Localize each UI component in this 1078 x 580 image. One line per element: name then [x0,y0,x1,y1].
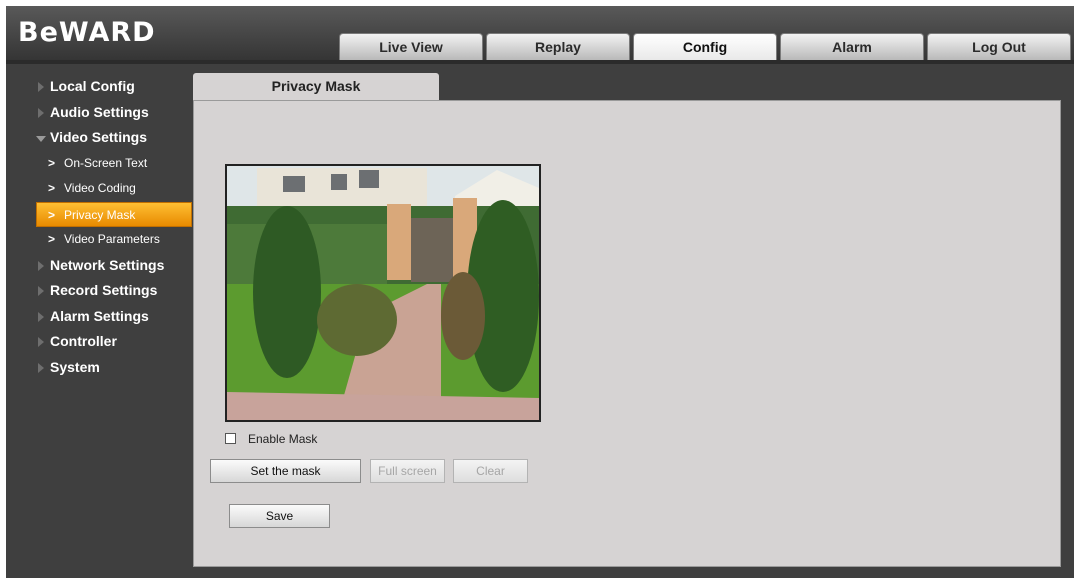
caret-right-icon [38,311,44,322]
sidebar-item-system[interactable]: System [6,355,194,381]
header-bar: BeWARD Live View Replay Config Alarm Log… [6,6,1074,60]
clear-button[interactable]: Clear [453,459,528,483]
caret-right-icon [38,286,44,296]
caret-right-icon [38,337,44,347]
tab-live-view[interactable]: Live View [339,33,483,60]
chevron-right-icon: > [48,181,56,195]
sidebar-item-network-settings[interactable]: Network Settings [6,253,194,279]
sidebar-subitem-on-screen-text[interactable]: > On-Screen Text [6,151,194,177]
save-button[interactable]: Save [229,504,330,528]
sidebar-item-label: Audio Settings [50,103,149,120]
sidebar-subitem-label: Video Coding [64,181,136,195]
tab-config[interactable]: Config [633,33,777,60]
caret-down-icon [36,136,46,142]
header-divider [6,60,1074,64]
sidebar-item-local-config[interactable]: Local Config [6,74,194,100]
caret-right-icon [38,82,44,92]
caret-right-icon [38,260,44,271]
sidebar-item-video-settings[interactable]: Video Settings [6,125,194,151]
video-preview[interactable] [225,164,541,422]
camera-snapshot-image [227,166,539,420]
enable-mask-label: Enable Mask [248,432,318,446]
sidebar-item-label: System [50,358,100,375]
sidebar-subitem-video-parameters[interactable]: > Video Parameters [6,227,194,253]
sidebar-item-record-settings[interactable]: Record Settings [6,278,194,304]
sidebar-subitem-label: Video Parameters [64,232,160,246]
set-mask-button[interactable]: Set the mask [210,459,361,483]
app-window: BeWARD Live View Replay Config Alarm Log… [6,6,1074,578]
tab-alarm[interactable]: Alarm [780,33,924,60]
privacy-mask-panel: Enable Mask Set the mask Full screen Cle… [193,100,1061,567]
sidebar-item-label: Alarm Settings [50,307,149,324]
sidebar-subitem-label: On-Screen Text [64,155,148,170]
sidebar-item-label: Network Settings [50,256,165,273]
sidebar-subitem-privacy-mask[interactable]: > Privacy Mask [36,201,192,227]
caret-right-icon [38,107,44,118]
sidebar-item-label: Video Settings [50,129,147,145]
full-screen-button[interactable]: Full screen [370,459,445,483]
sidebar-item-audio-settings[interactable]: Audio Settings [6,100,194,126]
chevron-right-icon: > [48,207,56,222]
content-tab-privacy-mask[interactable]: Privacy Mask [193,73,439,100]
tab-log-out[interactable]: Log Out [927,33,1071,60]
sidebar-item-label: Controller [50,333,117,349]
enable-mask-checkbox[interactable] [225,433,236,444]
sidebar-item-controller[interactable]: Controller [6,329,194,355]
brand-logo: BeWARD [18,17,156,48]
sidebar-item-label: Local Config [50,78,135,94]
tab-replay[interactable]: Replay [486,33,630,60]
chevron-right-icon: > [48,232,56,246]
sidebar-item-label: Record Settings [50,282,158,298]
chevron-right-icon: > [48,155,56,170]
sidebar-subitem-label: Privacy Mask [64,207,136,222]
sidebar-item-alarm-settings[interactable]: Alarm Settings [6,304,194,330]
sidebar-menu: Local Config Audio Settings Video Settin… [6,74,194,380]
sidebar-subitem-video-coding[interactable]: > Video Coding [6,176,194,202]
caret-right-icon [38,362,44,373]
